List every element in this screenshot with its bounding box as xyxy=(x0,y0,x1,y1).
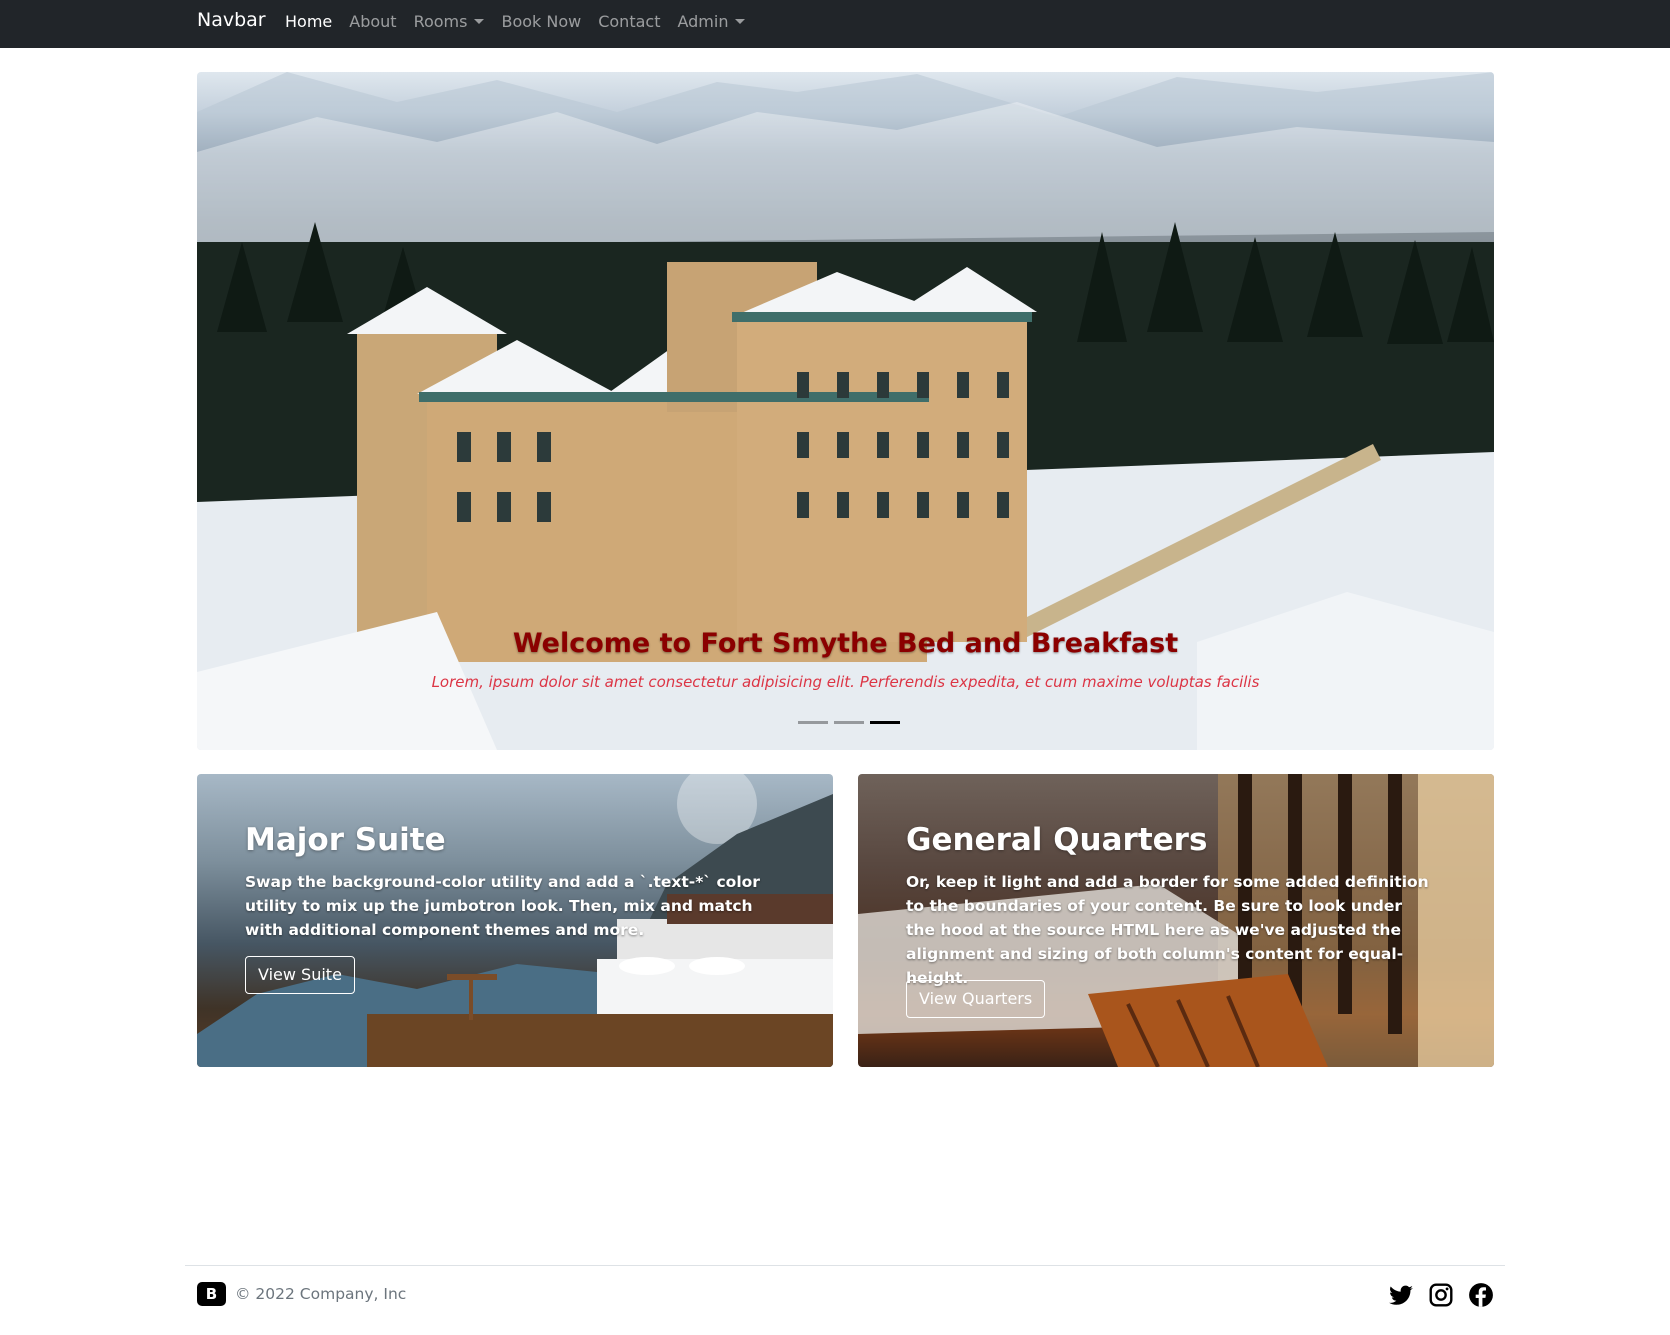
view-suite-button[interactable]: View Suite xyxy=(245,956,355,994)
twitter-icon[interactable] xyxy=(1388,1282,1414,1308)
top-navbar: Navbar Home About Rooms Book Now Contact… xyxy=(0,0,1670,48)
footer-divider xyxy=(185,1265,1505,1266)
chevron-down-icon xyxy=(735,19,746,24)
nav-item-rooms[interactable]: Rooms xyxy=(414,12,485,31)
card-major-suite: Major Suite Swap the background-color ut… xyxy=(197,774,833,1067)
nav-item-about[interactable]: About xyxy=(349,12,396,31)
nav-item-book-now[interactable]: Book Now xyxy=(501,12,581,31)
carousel-indicator-2[interactable] xyxy=(834,721,864,724)
carousel-indicator-1[interactable] xyxy=(798,721,828,724)
card-general-quarters: General Quarters Or, keep it light and a… xyxy=(858,774,1494,1067)
card-suite-title: Major Suite xyxy=(245,822,446,858)
bootstrap-logo-icon[interactable]: B xyxy=(197,1282,226,1306)
footer-copyright: © 2022 Company, Inc xyxy=(235,1285,407,1303)
hero-carousel[interactable]: Welcome to Fort Smythe Bed and Breakfast… xyxy=(197,72,1494,750)
chevron-down-icon xyxy=(474,19,485,24)
navbar-brand[interactable]: Navbar xyxy=(197,9,266,31)
nav-item-home[interactable]: Home xyxy=(285,12,332,31)
nav-links: Home About Rooms Book Now Contact Admin xyxy=(285,12,762,31)
nav-item-rooms-label: Rooms xyxy=(413,12,468,31)
hero-subtitle: Lorem, ipsum dolor sit amet consectetur … xyxy=(431,673,1260,691)
facebook-icon[interactable] xyxy=(1468,1282,1494,1308)
card-suite-text: Swap the background-color utility and ad… xyxy=(245,873,760,939)
hero-title: Welcome to Fort Smythe Bed and Breakfast xyxy=(512,628,1179,659)
nav-item-admin[interactable]: Admin xyxy=(677,12,746,31)
instagram-icon[interactable] xyxy=(1428,1282,1454,1308)
carousel-indicator-3[interactable] xyxy=(870,721,900,724)
view-quarters-button[interactable]: View Quarters xyxy=(906,980,1046,1018)
nav-item-contact[interactable]: Contact xyxy=(598,12,660,31)
card-quarters-text: Or, keep it light and add a border for s… xyxy=(906,873,1429,987)
card-quarters-title: General Quarters xyxy=(906,822,1208,858)
carousel-indicators xyxy=(795,721,903,724)
nav-item-admin-label: Admin xyxy=(677,12,729,31)
